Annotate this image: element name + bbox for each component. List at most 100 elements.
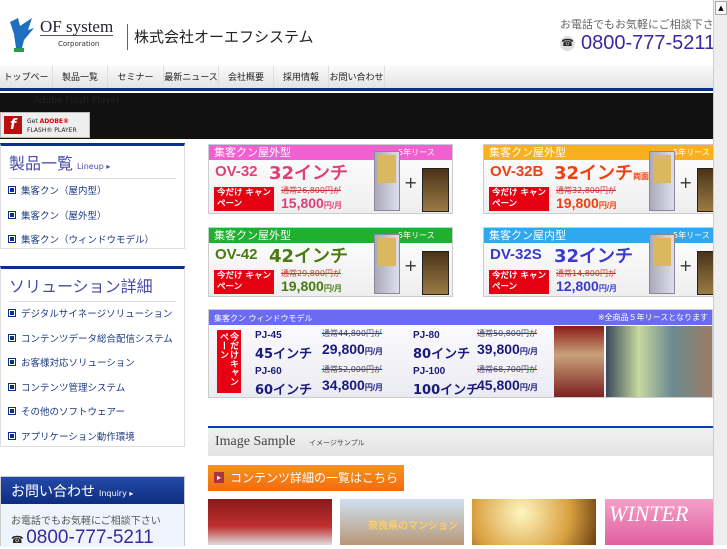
campaign-badge: 今だけ キャンペーン — [214, 187, 274, 211]
model: OV-32B — [490, 163, 544, 180]
inquiry-text: お電話でもお気軽にご相談下さい — [11, 516, 161, 527]
solution-item[interactable]: デジタルサイネージソリューション — [1, 303, 184, 328]
inch: 80インチ — [413, 347, 471, 362]
price-unit: 円/月 — [598, 284, 618, 293]
window-display-photo — [606, 326, 712, 397]
plus-icon: + — [679, 173, 693, 192]
solution-item[interactable]: コンテンツ管理システム — [1, 377, 184, 402]
old-price: 通常44,800円が — [322, 329, 382, 338]
poster-image — [422, 251, 449, 295]
thumbnail-mansion[interactable]: 奈良県のマンション — [340, 499, 464, 545]
lineup-title: 製品一覧 — [9, 154, 74, 173]
inch-extra: 両面 — [633, 172, 650, 181]
lineup-link[interactable]: Lineup ▸ — [77, 162, 110, 171]
contents-list-button[interactable]: コンテンツ詳細の一覧はこちら — [208, 465, 404, 491]
banner-title: 集客クン屋外型 — [489, 146, 566, 159]
phone-icon: ☎ — [560, 36, 575, 51]
product-banner[interactable]: 集客クン屋外型 5年リース OV-32 32インチ 今だけ キャンペーン 通常26… — [208, 144, 453, 214]
inch: 32インチ — [554, 163, 634, 184]
nav-seminar[interactable]: セミナー — [108, 66, 164, 88]
header-call-text: お電話でもお気軽にご相談下さい — [560, 18, 725, 31]
lineup-box: 製品一覧 Lineup ▸ 集客クン（屋内型） 集客クン（屋外型） 集客クン（ウィ… — [0, 143, 185, 249]
inch: 100インチ — [413, 383, 480, 398]
model: PJ-45 — [255, 330, 282, 341]
price-unit: 円/月 — [323, 284, 343, 293]
lease-label: 5年リース — [398, 148, 435, 157]
solution-item[interactable]: アプリケーション動作環境 — [1, 426, 184, 451]
adobe-text: ADOBE® — [39, 118, 70, 125]
nav-products[interactable]: 製品一覧 — [53, 66, 108, 88]
inquiry-header[interactable]: お問い合わせ Inquiry ▸ — [1, 477, 184, 504]
product-banner[interactable]: 集客クン屋内型 5年リース DV-32S 32インチ 今だけ キャンペーン 通常1… — [483, 227, 727, 297]
flash-icon: f — [4, 116, 22, 134]
price: 12,800 — [556, 278, 599, 294]
plus-icon: + — [404, 173, 418, 192]
kiosk-image — [374, 151, 400, 211]
nav-company[interactable]: 会社概要 — [219, 66, 274, 88]
banner-header: 集客クン屋外型 5年リース — [209, 145, 452, 160]
thumbnail-winter[interactable]: WINTER — [605, 499, 713, 545]
window-model-banner[interactable]: 集客クン ウィンドウモデル ※全商品５年リースとなります 今だけキャンペーン PJ… — [208, 309, 713, 398]
get-flash-button[interactable]: f Get ADOBE® FLASH® PLAYER — [0, 112, 90, 138]
solution-item[interactable]: その他のソフトウェアー — [1, 401, 184, 426]
price-unit: 円/月 — [598, 201, 618, 210]
inquiry-link[interactable]: Inquiry ▸ — [99, 489, 133, 498]
banner-title: 集客クン屋外型 — [214, 146, 291, 159]
solutions-box: ソリューション詳細 デジタルサイネージソリューション コンテンツデータ総合配信シ… — [0, 266, 185, 447]
company-name: 株式会社オーエフシステム — [134, 28, 314, 46]
price-unit: 円/月 — [519, 347, 539, 356]
flash-label: Adobe Flash Player — [34, 96, 120, 106]
vertical-scrollbar[interactable]: ▲ — [713, 0, 727, 545]
header-phone: ☎ 0800-777-5211 — [560, 32, 715, 55]
nav-top[interactable]: トップページ — [0, 66, 53, 107]
window-banner-title: 集客クン ウィンドウモデル — [214, 314, 313, 323]
campaign-badge: 今だけ キャンペーン — [489, 187, 549, 211]
phone-icon: ☎ — [11, 535, 27, 546]
divider — [127, 24, 128, 50]
lineup-item[interactable]: 集客クン（屋外型） — [1, 205, 184, 230]
plus-icon: + — [404, 256, 418, 275]
solution-item[interactable]: コンテンツデータ総合配信システム — [1, 328, 184, 353]
price: 15,800 — [281, 195, 324, 211]
lease-label: 5年リース — [398, 231, 435, 240]
model: PJ-60 — [255, 366, 282, 377]
inquiry-title: お問い合わせ — [11, 484, 95, 500]
model: OV-42 — [215, 246, 258, 263]
solution-item[interactable]: お客様対応ソリューション — [1, 352, 184, 377]
image-sample-subtitle: イメージサンプル — [309, 439, 365, 447]
campaign-badge: 今だけ キャンペーン — [489, 270, 549, 294]
banner-header: 集客クン屋外型 5年リース — [484, 145, 727, 160]
image-sample-title: Image Sample — [215, 434, 296, 449]
lineup-item[interactable]: 集客クン（屋内型） — [1, 180, 184, 205]
nav-news[interactable]: 最新ニュース — [164, 66, 219, 88]
thumbnail-interior[interactable] — [472, 499, 596, 545]
inch: 42インチ — [269, 246, 349, 267]
scroll-up-icon[interactable]: ▲ — [715, 1, 727, 15]
kiosk-image — [649, 234, 675, 294]
model: DV-32S — [490, 246, 542, 263]
solutions-title: ソリューション詳細 — [9, 277, 153, 296]
price-unit: 円/月 — [519, 383, 539, 392]
plus-icon: + — [679, 256, 693, 275]
lineup-item[interactable]: 集客クン（ウィンドウモデル） — [1, 229, 184, 254]
price: 19,800 — [281, 278, 324, 294]
thumbnail-cafe[interactable] — [208, 499, 332, 545]
inch: 60インチ — [255, 383, 313, 398]
old-price: 通常68,700円が — [477, 365, 537, 374]
logo-bird-icon — [6, 14, 36, 54]
campaign-badge: 今だけ キャンペーン — [214, 270, 274, 294]
price: 29,800 — [322, 341, 365, 357]
price: 45,800 — [477, 377, 520, 393]
inch: 32インチ — [269, 163, 349, 184]
brand-name[interactable]: OF system — [40, 18, 114, 36]
product-banner[interactable]: 集客クン屋外型 5年リース OV-42 42インチ 今だけ キャンペーン 通常29… — [208, 227, 453, 297]
price-unit: 円/月 — [364, 383, 384, 392]
nav-recruit[interactable]: 採用情報 — [274, 66, 329, 88]
get-text: Get — [27, 118, 38, 125]
product-banner[interactable]: 集客クン屋外型 5年リース OV-32B 32インチ両面 今だけ キャンペーン 通… — [483, 144, 727, 214]
banner-header: 集客クン屋内型 5年リース — [484, 228, 727, 243]
nav-contact[interactable]: お問い合わせ — [329, 66, 385, 88]
banner-title: 集客クン屋外型 — [214, 229, 291, 242]
model: PJ-100 — [413, 366, 446, 377]
kiosk-image — [374, 234, 400, 294]
